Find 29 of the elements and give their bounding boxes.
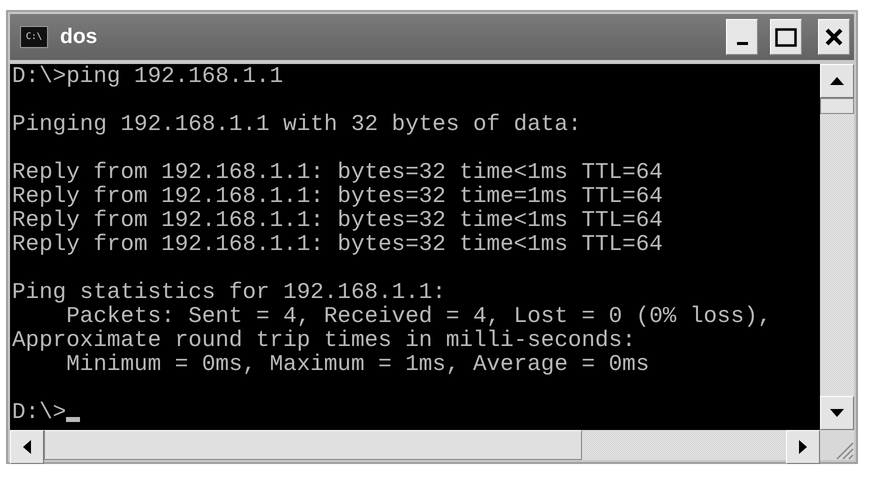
console-line: Approximate round trip times in milli-seconds: <box>12 328 636 352</box>
left-arrow-icon <box>23 440 31 454</box>
console-line: D:\>ping 192.168.1.1 <box>12 64 284 88</box>
console-line: Reply from 192.168.1.1: bytes=32 time=1ms TTL=64 <box>12 184 663 208</box>
maximize-icon <box>775 27 797 47</box>
close-button[interactable] <box>818 19 850 55</box>
console-line: Ping statistics for 192.168.1.1: <box>12 280 446 304</box>
console-line: Minimum = 0ms, Maximum = 1ms, Average = 0ms <box>65 352 650 376</box>
scroll-right-button[interactable] <box>786 430 820 464</box>
console-icon: C:\ <box>20 26 48 48</box>
right-arrow-icon <box>799 440 807 454</box>
console-line: Reply from 192.168.1.1: bytes=32 time<1ms TTL=64 <box>12 208 663 232</box>
console-line: D:\> <box>12 400 80 424</box>
scroll-up-button[interactable] <box>820 64 854 98</box>
up-arrow-icon <box>830 77 844 85</box>
down-arrow-icon <box>830 409 844 417</box>
scroll-left-button[interactable] <box>10 430 44 464</box>
vertical-scrollbar[interactable] <box>820 64 854 430</box>
console-line: Reply from 192.168.1.1: bytes=32 time<1ms TTL=64 <box>12 232 663 256</box>
scroll-down-button[interactable] <box>820 396 854 430</box>
minimize-icon <box>736 42 748 44</box>
console-line: Reply from 192.168.1.1: bytes=32 time<1ms TTL=64 <box>12 160 663 184</box>
window-title: dos <box>60 25 98 49</box>
console-line: Packets: Sent = 4, Received = 4, Lost = 0 (0% loss), <box>65 304 772 328</box>
console-line: Pinging 192.168.1.1 with 32 bytes of data: <box>12 112 582 136</box>
close-icon <box>825 28 843 46</box>
maximize-button[interactable] <box>770 19 802 55</box>
minimize-button[interactable] <box>726 19 758 55</box>
scroll-thumb[interactable] <box>820 98 854 114</box>
